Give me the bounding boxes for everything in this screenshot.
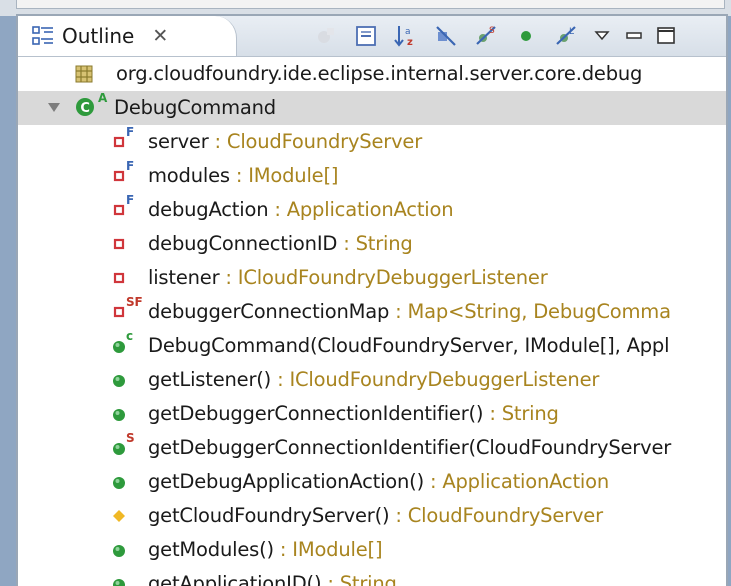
member-name: getApplicationID() [148, 572, 322, 586]
sort-icon[interactable]: az [388, 20, 424, 52]
tree-item-member[interactable]: c DebugCommand(CloudFoundryServer, IModul… [18, 329, 726, 363]
tree-item-member[interactable]: listener : ICloudFoundryDebuggerListener [18, 261, 726, 295]
tab-title: Outline [62, 24, 135, 48]
public-method-icon [113, 545, 125, 557]
outline-tree[interactable]: org.cloudfoundry.ide.eclipse.internal.se… [18, 57, 726, 586]
member-name: server [148, 130, 209, 153]
hide-non-public-icon[interactable] [308, 20, 344, 52]
view-menu-icon[interactable] [588, 20, 616, 52]
member-type: : Map<String, DebugComma [389, 300, 671, 323]
member-type: : String [337, 232, 413, 255]
outline-tab-bar: Outline ✕ az S L [18, 16, 726, 57]
hide-static-icon[interactable]: S [468, 20, 504, 52]
outline-view: Outline ✕ az S L org.cloudfoundry.ide.ec… [16, 14, 728, 586]
package-icon [75, 65, 93, 83]
tree-item-member[interactable]: getDebuggerConnectionIdentifier() : Stri… [18, 397, 726, 431]
member-name: getModules() [148, 538, 274, 561]
hide-local-types-icon[interactable]: L [548, 20, 584, 52]
member-overlay: S [126, 431, 135, 445]
tree-item-member[interactable]: Fmodules : IModule[] [18, 159, 726, 193]
member-overlay: SF [126, 295, 143, 309]
public-method-icon [113, 409, 125, 421]
tree-item-member[interactable]: getDebugApplicationAction() : Applicatio… [18, 465, 726, 499]
tree-item-member[interactable]: getApplicationID() : String [18, 567, 726, 586]
member-name: getDebuggerConnectionIdentifier(CloudFou… [148, 436, 672, 459]
private-field-icon [113, 238, 125, 250]
tree-item-package[interactable]: org.cloudfoundry.ide.eclipse.internal.se… [18, 57, 726, 91]
member-name: getCloudFoundryServer() [148, 504, 390, 527]
package-name: org.cloudfoundry.ide.eclipse.internal.se… [116, 62, 643, 85]
member-type: : IModule[] [229, 164, 339, 187]
member-name: getDebuggerConnectionIdentifier() [148, 402, 484, 425]
outline-icon [32, 26, 53, 45]
member-name: debugAction [148, 198, 269, 221]
member-type: : String [321, 572, 397, 586]
tree-item-member[interactable]: getModules() : IModule[] [18, 533, 726, 567]
member-overlay: F [126, 125, 134, 139]
member-overlay: F [126, 159, 134, 173]
member-type: : String [483, 402, 559, 425]
private-field-icon [113, 272, 125, 284]
public-members-icon[interactable] [508, 20, 544, 52]
member-name: DebugCommand(CloudFoundryServer, IModule… [148, 334, 670, 357]
member-name: modules [148, 164, 230, 187]
tab-outline[interactable]: Outline ✕ [18, 16, 237, 56]
svg-text:z: z [407, 37, 413, 48]
member-name: getListener() [148, 368, 272, 391]
member-type: : ICloudFoundryDebuggerListener [271, 368, 600, 391]
maximize-icon[interactable] [652, 20, 680, 52]
public-method-icon [113, 375, 125, 387]
member-type: : CloudFoundryServer [389, 504, 603, 527]
member-name: getDebugApplicationAction() [148, 470, 424, 493]
expand-twisty-icon[interactable] [48, 103, 60, 112]
protected-method-icon [113, 510, 125, 522]
svg-text:a: a [405, 27, 411, 37]
class-icon: C [76, 98, 94, 116]
view-toolbar: az S L [308, 16, 680, 56]
tree-item-member[interactable]: getListener() : ICloudFoundryDebuggerLis… [18, 363, 726, 397]
svg-text:L: L [569, 27, 574, 37]
abstract-overlay: A [98, 91, 108, 105]
member-type: : ICloudFoundryDebuggerListener [219, 266, 548, 289]
hide-fields-icon[interactable] [428, 20, 464, 52]
member-type: : ApplicationAction [424, 470, 609, 493]
member-type: : CloudFoundryServer [208, 130, 423, 153]
svg-text:C: C [80, 101, 89, 116]
collapse-all-icon[interactable] [348, 20, 384, 52]
tree-item-class[interactable]: C A DebugCommand [18, 91, 726, 125]
members-list: Fserver : CloudFoundryServer Fmodules : I… [18, 125, 726, 586]
tree-item-member[interactable]: debugConnectionID : String [18, 227, 726, 261]
tree-item-member[interactable]: getCloudFoundryServer() : CloudFoundrySe… [18, 499, 726, 533]
svg-text:S: S [489, 26, 495, 36]
class-name: DebugCommand [114, 96, 276, 119]
tree-item-member[interactable]: FdebugAction : ApplicationAction [18, 193, 726, 227]
close-icon[interactable]: ✕ [152, 25, 168, 47]
member-overlay: F [126, 193, 134, 207]
public-method-icon [113, 579, 125, 586]
tree-item-member[interactable]: SF debuggerConnectionMap : Map<String, De… [18, 295, 726, 329]
tree-item-member[interactable]: Fserver : CloudFoundryServer [18, 125, 726, 159]
tree-item-member[interactable]: SgetDebuggerConnectionIdentifier(CloudFo… [18, 431, 726, 465]
member-name: debuggerConnectionMap [148, 300, 390, 323]
member-overlay: c [126, 329, 133, 343]
member-type: : ApplicationAction [268, 198, 454, 221]
public-method-icon [113, 477, 125, 489]
member-name: debugConnectionID [148, 232, 338, 255]
minimize-icon[interactable] [620, 20, 648, 52]
member-name: listener [148, 266, 220, 289]
member-type: : IModule[] [273, 538, 383, 561]
